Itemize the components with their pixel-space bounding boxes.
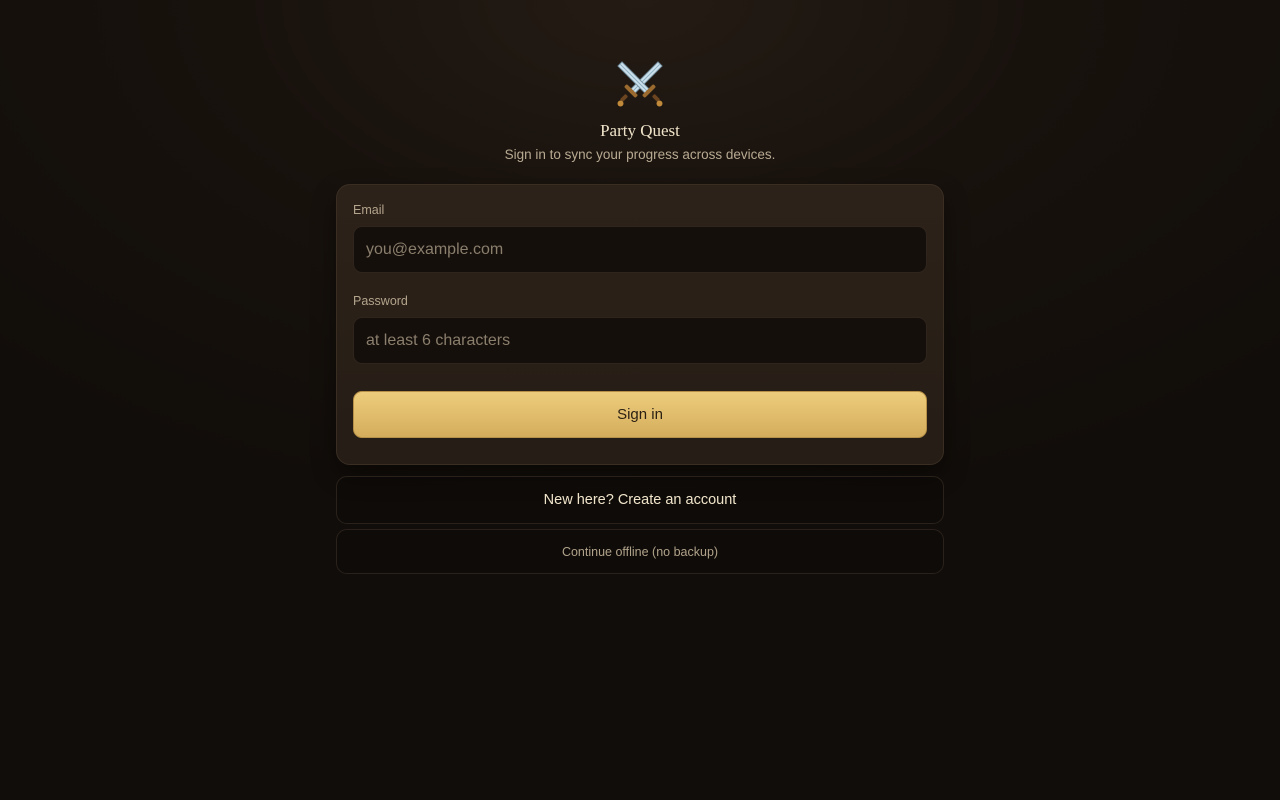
signin-button[interactable]: Sign in <box>353 391 927 438</box>
login-container: Party Quest Sign in to sync your progres… <box>336 58 944 574</box>
crossed-swords-icon <box>617 61 663 107</box>
create-account-button[interactable]: New here? Create an account <box>336 476 944 524</box>
email-label: Email <box>353 203 385 217</box>
email-field[interactable] <box>353 226 927 273</box>
signin-card: Email Password Sign in <box>336 184 944 465</box>
app-subtitle: Sign in to sync your progress across dev… <box>504 147 776 162</box>
header: Party Quest Sign in to sync your progres… <box>336 58 944 164</box>
continue-offline-button[interactable]: Continue offline (no backup) <box>336 529 944 574</box>
app-title: Party Quest <box>600 121 680 140</box>
password-field[interactable] <box>353 317 927 364</box>
password-label: Password <box>353 294 408 308</box>
